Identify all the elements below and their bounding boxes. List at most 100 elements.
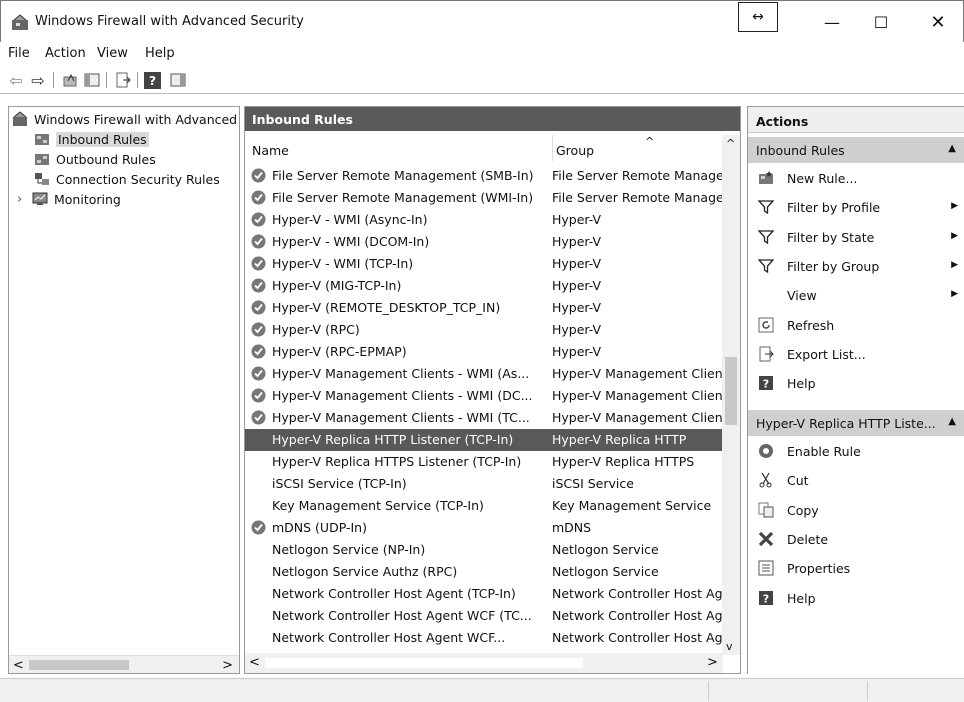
up-folder-icon[interactable] — [60, 70, 80, 90]
table-row[interactable]: File Server Remote Management (WMI-In) Fi… — [245, 187, 723, 209]
column-header-name[interactable]: Name — [252, 135, 548, 161]
action-label: Export List... — [787, 346, 866, 362]
svg-text:?: ? — [763, 378, 769, 391]
table-row[interactable]: Hyper-V Management Clients - WMI (DC... H… — [245, 385, 723, 407]
action-copy[interactable]: Copy — [748, 496, 964, 525]
table-row[interactable]: Network Controller Host Agent (TCP-In) Ne… — [245, 583, 723, 605]
tree-item-connection-security-rules[interactable]: Connection Security Rules — [33, 169, 220, 189]
table-row[interactable]: Hyper-V (RPC-EPMAP) Hyper-V — [245, 341, 723, 363]
actions-section-selected-rule[interactable]: Hyper-V Replica HTTP Liste... ▲ — [748, 410, 964, 436]
maximize-button[interactable]: ☐ — [858, 1, 904, 43]
rule-name: Hyper-V Replica HTTPS Listener (TCP-In) — [272, 454, 522, 469]
table-row[interactable]: Hyper-V Replica HTTPS Listener (TCP-In) H… — [245, 451, 723, 473]
action-help[interactable]: ? Help — [748, 369, 964, 398]
rule-group: Hyper-V Management Clients — [552, 366, 722, 381]
scrollbar-thumb[interactable] — [725, 357, 737, 425]
table-row[interactable]: mDNS (UDP-In) mDNS — [245, 517, 723, 539]
table-row[interactable]: iSCSI Service (TCP-In) iSCSI Service — [245, 473, 723, 495]
table-row[interactable]: Hyper-V - WMI (TCP-In) Hyper-V — [245, 253, 723, 275]
window-title: Windows Firewall with Advanced Security — [35, 14, 304, 29]
table-row[interactable]: Hyper-V Replica HTTP Listener (TCP-In) Hy… — [245, 429, 723, 451]
action-view[interactable]: View ▶ — [748, 281, 964, 310]
scroll-right-arrow[interactable]: > — [707, 655, 718, 670]
menu-action[interactable]: Action — [45, 46, 86, 61]
action-new-rule[interactable]: New Rule... — [748, 164, 964, 193]
action-export-list[interactable]: Export List... — [748, 340, 964, 369]
connection-security-icon — [33, 171, 51, 187]
table-row[interactable]: Hyper-V - WMI (Async-In) Hyper-V — [245, 209, 723, 231]
submenu-arrow-icon: ▶ — [951, 201, 958, 212]
action-delete[interactable]: Delete — [748, 525, 964, 554]
firewall-app-icon — [12, 14, 28, 30]
scroll-down-arrow[interactable]: v — [726, 640, 733, 653]
show-hide-action-pane-icon[interactable] — [168, 70, 188, 90]
table-row[interactable]: Hyper-V - WMI (DCOM-In) Hyper-V — [245, 231, 723, 253]
collapse-caret-icon[interactable]: ▲ — [948, 143, 956, 154]
monitoring-icon — [31, 191, 49, 207]
minimize-button[interactable]: — — [809, 1, 855, 43]
tree-item-inbound-rules[interactable]: Inbound Rules — [33, 129, 149, 149]
rule-name: Hyper-V Management Clients - WMI (TC... — [272, 410, 530, 425]
collapse-caret-icon[interactable]: ▲ — [948, 416, 956, 427]
tree-item-monitoring[interactable]: › Monitoring — [17, 189, 121, 209]
rule-group: Hyper-V — [552, 344, 602, 359]
menu-view[interactable]: View — [97, 46, 128, 61]
resize-button[interactable]: ↔ — [738, 2, 778, 32]
show-hide-console-tree-icon[interactable] — [82, 70, 102, 90]
rules-vertical-scrollbar[interactable]: ^ v — [722, 135, 740, 655]
rules-list: File Server Remote Management (SMB-In) Fi… — [245, 165, 723, 649]
table-row[interactable]: Hyper-V (REMOTE_DESKTOP_TCP_IN) Hyper-V — [245, 297, 723, 319]
tree-root[interactable]: Windows Firewall with Advanced Security — [11, 109, 239, 129]
close-button[interactable]: ✕ — [911, 1, 964, 43]
refresh-icon — [758, 317, 774, 333]
scrollbar-thumb[interactable] — [265, 658, 583, 668]
action-filter-by-state[interactable]: Filter by State ▶ — [748, 223, 964, 252]
action-help[interactable]: ? Help — [748, 584, 964, 613]
action-filter-by-group[interactable]: Filter by Group ▶ — [748, 252, 964, 281]
scrollbar-thumb[interactable] — [29, 660, 129, 670]
rule-group: Network Controller Host Agent — [552, 630, 722, 645]
table-row[interactable]: Hyper-V (RPC) Hyper-V — [245, 319, 723, 341]
toolbar-separator — [53, 72, 54, 88]
scroll-left-arrow[interactable]: < — [13, 658, 24, 673]
table-row[interactable]: Hyper-V Management Clients - WMI (As... H… — [245, 363, 723, 385]
table-row[interactable]: Netlogon Service Authz (RPC) Netlogon Ser… — [245, 561, 723, 583]
table-row[interactable]: Hyper-V (MIG-TCP-In) Hyper-V — [245, 275, 723, 297]
tree-item-label: Connection Security Rules — [56, 171, 220, 187]
scroll-up-arrow[interactable]: ^ — [726, 137, 735, 150]
action-enable-rule[interactable]: Enable Rule — [748, 437, 964, 466]
action-properties[interactable]: Properties — [748, 554, 964, 583]
export-list-icon[interactable] — [113, 70, 133, 90]
help-icon[interactable]: ? — [144, 72, 161, 89]
scroll-right-arrow[interactable]: > — [222, 658, 233, 673]
actions-section-inbound-rules[interactable]: Inbound Rules ▲ — [748, 137, 964, 163]
table-row[interactable]: File Server Remote Management (SMB-In) Fi… — [245, 165, 723, 187]
table-row[interactable]: Key Management Service (TCP-In) Key Manag… — [245, 495, 723, 517]
enabled-check-icon — [251, 300, 266, 315]
table-row[interactable]: Network Controller Host Agent WCF (TC...… — [245, 605, 723, 627]
filter-icon — [758, 229, 774, 245]
menu-file[interactable]: File — [8, 46, 30, 61]
status-segment — [867, 681, 868, 701]
expander-chevron-icon[interactable]: › — [17, 192, 31, 207]
rule-group: Hyper-V — [552, 234, 602, 249]
rule-group: Hyper-V Replica HTTP — [552, 432, 687, 447]
tree-item-outbound-rules[interactable]: Outbound Rules — [33, 149, 156, 169]
menu-help[interactable]: Help — [145, 46, 175, 61]
action-label: Filter by Group — [787, 258, 880, 274]
column-header-group[interactable]: Group — [552, 135, 712, 161]
status-segment — [708, 681, 709, 701]
rule-name: Hyper-V (REMOTE_DESKTOP_TCP_IN) — [272, 300, 501, 315]
scroll-left-arrow[interactable]: < — [249, 655, 260, 670]
tree-horizontal-scrollbar[interactable]: < > — [9, 655, 239, 673]
table-row[interactable]: Netlogon Service (NP-In) Netlogon Service — [245, 539, 723, 561]
action-filter-by-profile[interactable]: Filter by Profile ▶ — [748, 193, 964, 222]
back-arrow-icon[interactable]: ⇦ — [6, 70, 26, 90]
table-row[interactable]: Hyper-V Management Clients - WMI (TC... H… — [245, 407, 723, 429]
table-row[interactable]: Network Controller Host Agent WCF... Netw… — [245, 627, 723, 649]
action-refresh[interactable]: Refresh — [748, 311, 964, 340]
rules-horizontal-scrollbar[interactable]: < > — [245, 653, 723, 673]
action-cut[interactable]: Cut — [748, 466, 964, 495]
forward-arrow-icon[interactable]: ⇨ — [28, 70, 48, 90]
enabled-check-icon — [251, 190, 266, 205]
